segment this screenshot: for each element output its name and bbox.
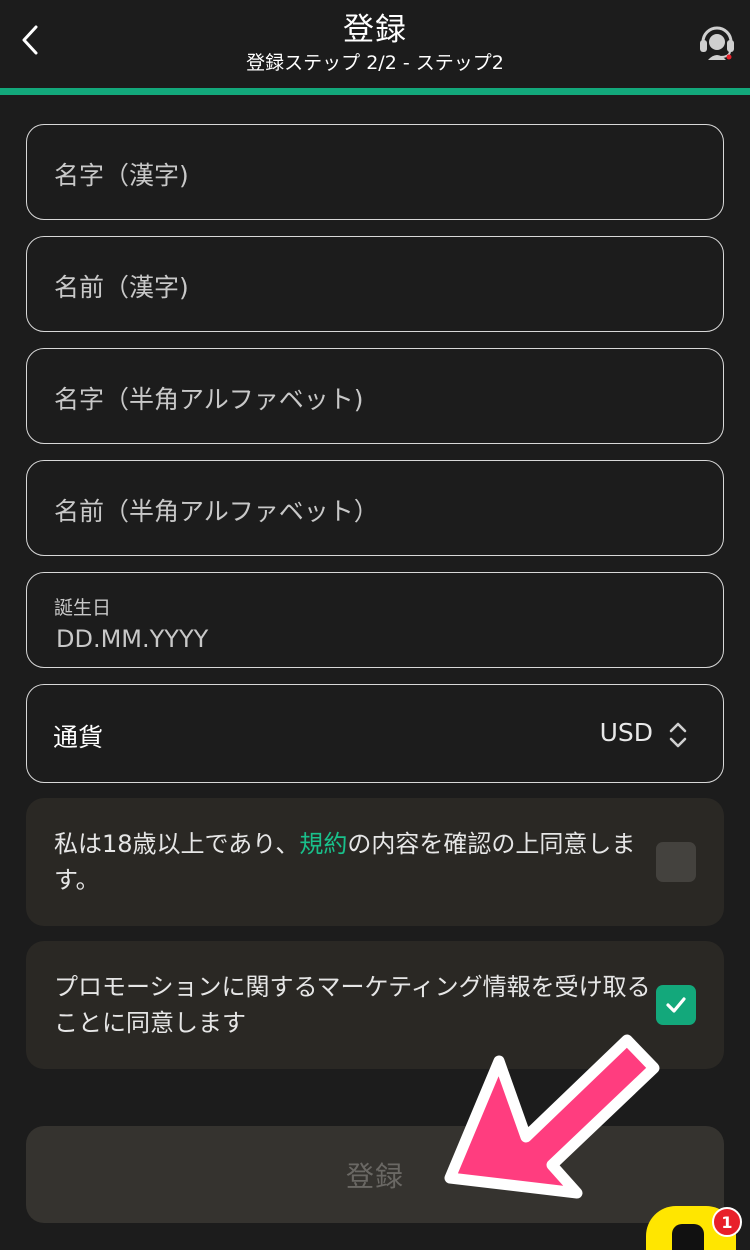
progress-bar: [0, 88, 750, 95]
step-indicator: 登録ステップ 2/2 - ステップ2: [246, 52, 504, 74]
notification-badge: 1: [712, 1207, 742, 1237]
birthday-field[interactable]: 誕生日 DD.MM.YYYY: [26, 572, 724, 668]
sort-updown-icon: [669, 722, 687, 748]
app-header: 登録 登録ステップ 2/2 - ステップ2: [0, 0, 750, 88]
terms-text-before: 私は18歳以上であり、: [54, 830, 300, 858]
marketing-checkbox[interactable]: [656, 985, 696, 1025]
terms-checkbox[interactable]: [656, 842, 696, 882]
terms-consent: 私は18歳以上であり、規約の内容を確認の上同意します。: [26, 798, 724, 926]
register-button[interactable]: 登録: [26, 1126, 724, 1223]
headset-support-icon: [700, 26, 734, 60]
first-name-kanji-placeholder: 名前（漢字): [54, 273, 189, 302]
terms-consent-text: 私は18歳以上であり、規約の内容を確認の上同意します。: [54, 826, 654, 898]
checkmark-icon: [666, 997, 686, 1013]
marketing-consent: プロモーションに関するマーケティング情報を受け取ることに同意します: [26, 941, 724, 1069]
currency-label: 通貨: [53, 723, 104, 752]
last-name-kanji-field[interactable]: 名字（漢字): [26, 124, 724, 220]
last-name-alpha-placeholder: 名字（半角アルファベット): [54, 385, 364, 414]
first-name-alpha-field[interactable]: 名前（半角アルファベット）: [26, 460, 724, 556]
last-name-kanji-placeholder: 名字（漢字): [54, 161, 189, 190]
support-button[interactable]: [694, 18, 740, 64]
birthday-placeholder: DD.MM.YYYY: [56, 625, 209, 653]
terms-link[interactable]: 規約: [299, 830, 347, 858]
currency-select[interactable]: 通貨 USD: [26, 684, 724, 783]
last-name-alpha-field[interactable]: 名字（半角アルファベット): [26, 348, 724, 444]
first-name-kanji-field[interactable]: 名前（漢字): [26, 236, 724, 332]
currency-value: USD: [599, 718, 653, 747]
register-button-label: 登録: [345, 1159, 404, 1193]
birthday-label: 誕生日: [54, 597, 112, 619]
marketing-consent-text: プロモーションに関するマーケティング情報を受け取ることに同意します: [54, 973, 651, 1037]
page-title: 登録: [343, 12, 407, 48]
first-name-alpha-placeholder: 名前（半角アルファベット）: [54, 497, 379, 526]
